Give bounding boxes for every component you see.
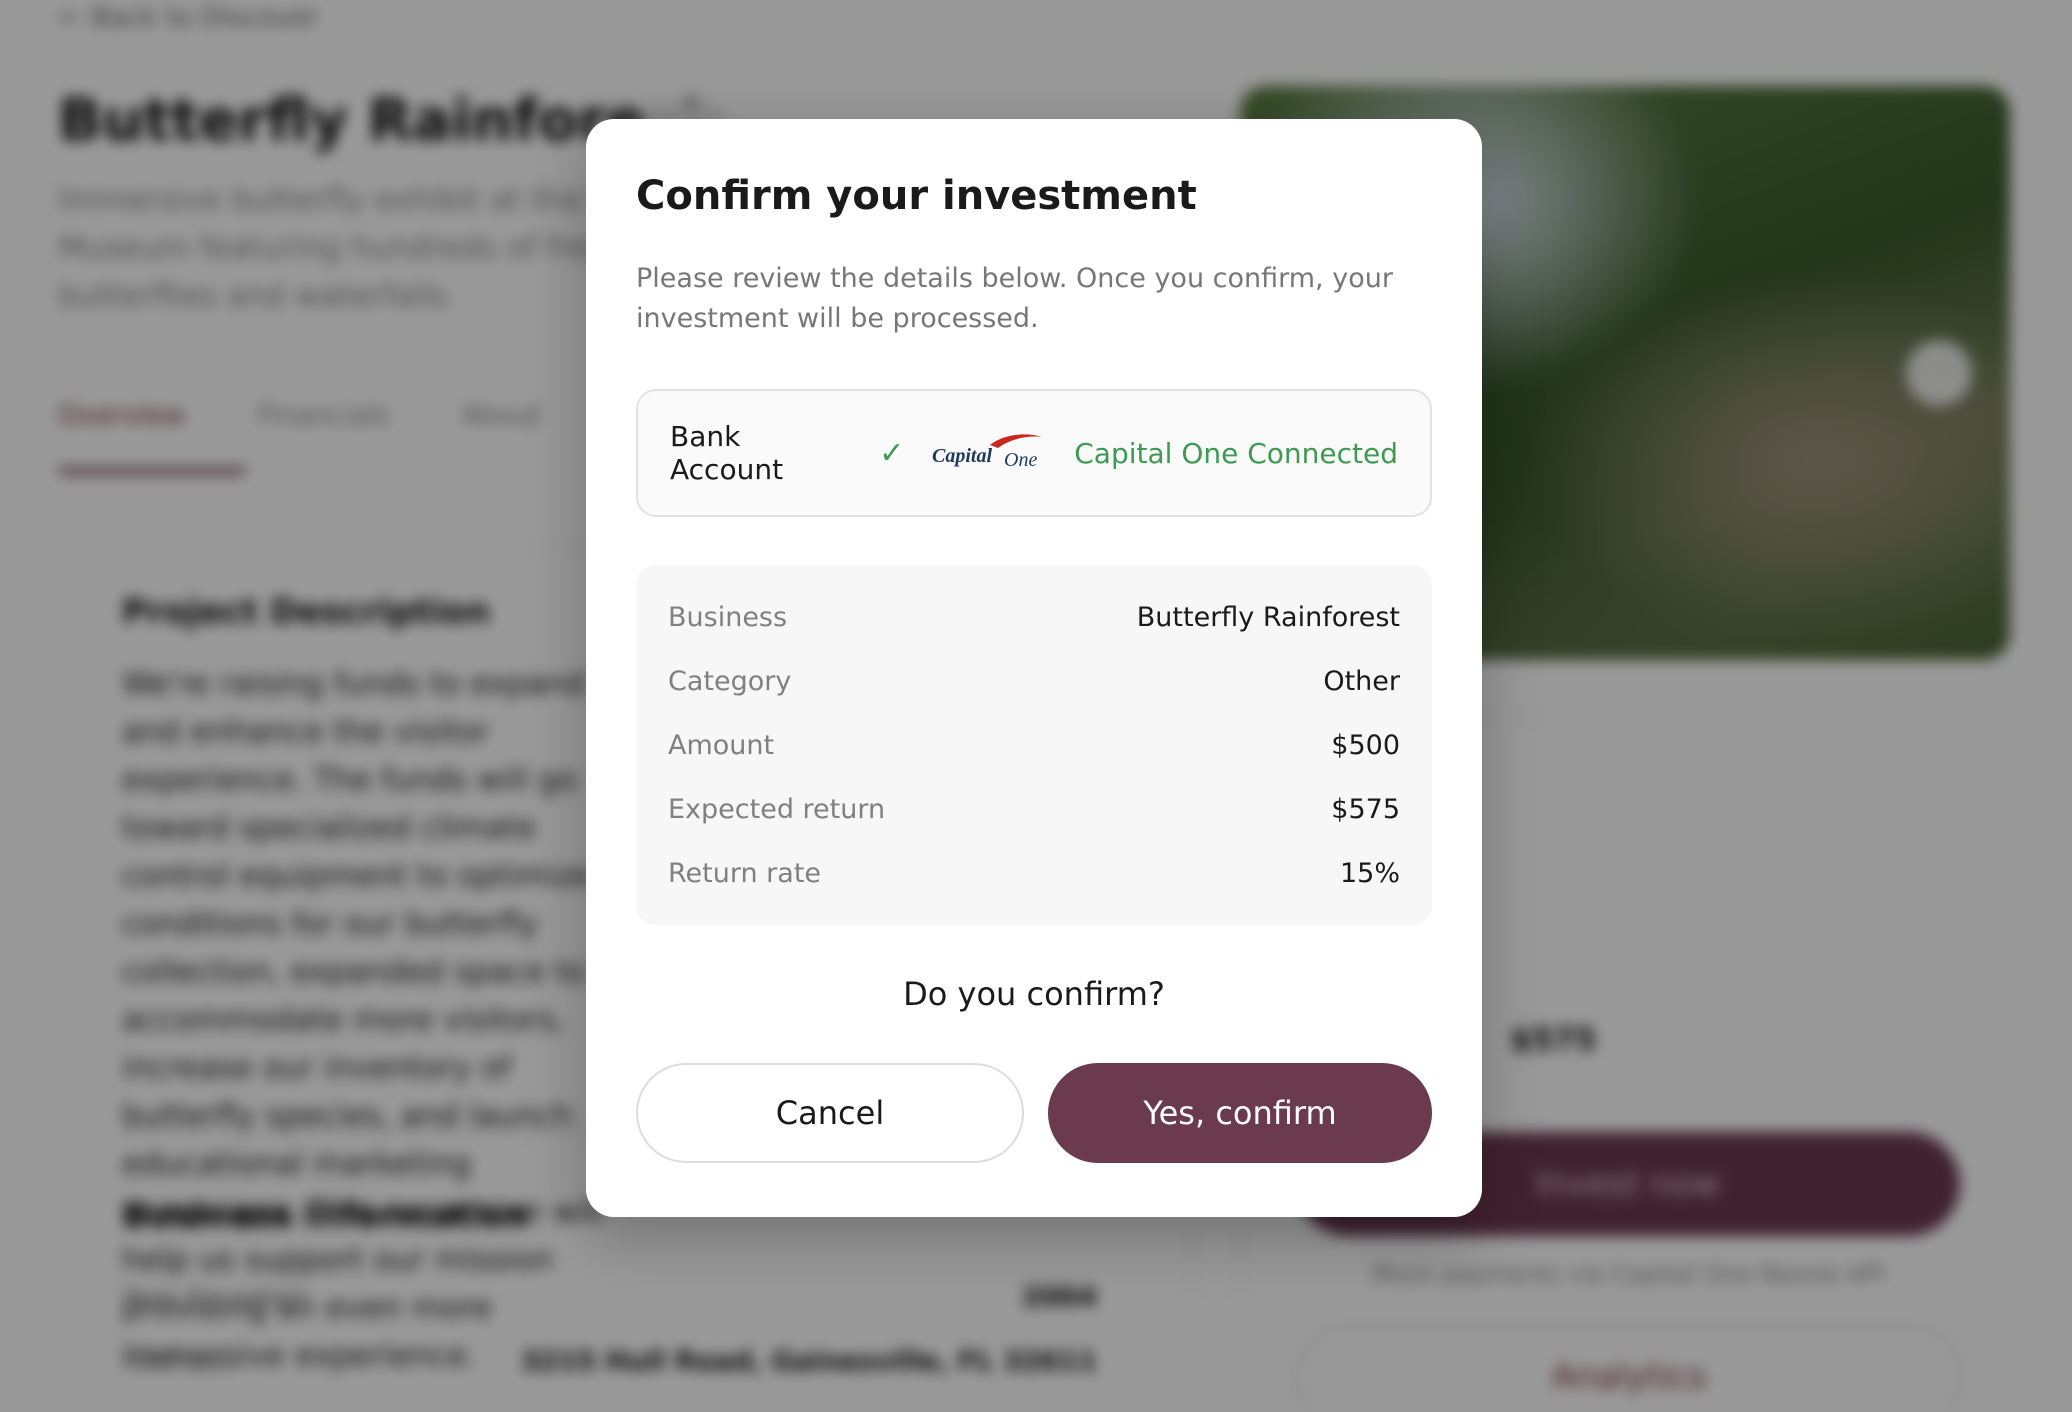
- detail-row-return-rate: Return rate 15%: [668, 841, 1400, 905]
- bank-account-box: Bank Account ✓ Capital One Capital One C…: [636, 389, 1432, 517]
- detail-value: Other: [1323, 665, 1400, 697]
- detail-key: Business: [668, 601, 788, 633]
- detail-key: Return rate: [668, 857, 822, 889]
- capital-one-logo: Capital One: [932, 431, 1044, 475]
- detail-row-business: Business Butterfly Rainforest: [668, 585, 1400, 649]
- cancel-button[interactable]: Cancel: [636, 1063, 1024, 1163]
- detail-row-category: Category Other: [668, 649, 1400, 713]
- detail-row-expected-return: Expected return $575: [668, 777, 1400, 841]
- detail-value: $500: [1331, 729, 1400, 761]
- confirm-button[interactable]: Yes, confirm: [1048, 1063, 1432, 1163]
- detail-value: $575: [1331, 793, 1400, 825]
- dialog-actions: Cancel Yes, confirm: [636, 1063, 1432, 1163]
- confirm-investment-dialog: Confirm your investment Please review th…: [586, 119, 1482, 1217]
- detail-value: 15%: [1339, 857, 1400, 889]
- detail-key: Amount: [668, 729, 775, 761]
- dialog-subtitle: Please review the details below. Once yo…: [636, 263, 1393, 334]
- check-icon: ✓: [879, 435, 905, 471]
- capital-one-logo-script: One: [1004, 449, 1037, 471]
- bank-account-label: Bank Account: [670, 420, 784, 486]
- detail-row-amount: Amount $500: [668, 713, 1400, 777]
- confirm-question: Do you confirm?: [903, 975, 1165, 1013]
- investment-details: Business Butterfly Rainforest Category O…: [636, 565, 1432, 925]
- detail-key: Expected return: [668, 793, 886, 825]
- detail-key: Category: [668, 665, 792, 697]
- detail-value: Butterfly Rainforest: [1136, 601, 1400, 633]
- bank-connection-status: Capital One Connected: [1074, 436, 1398, 470]
- capital-one-logo-text: Capital: [932, 445, 992, 467]
- dialog-title: Confirm your investment: [636, 173, 1197, 219]
